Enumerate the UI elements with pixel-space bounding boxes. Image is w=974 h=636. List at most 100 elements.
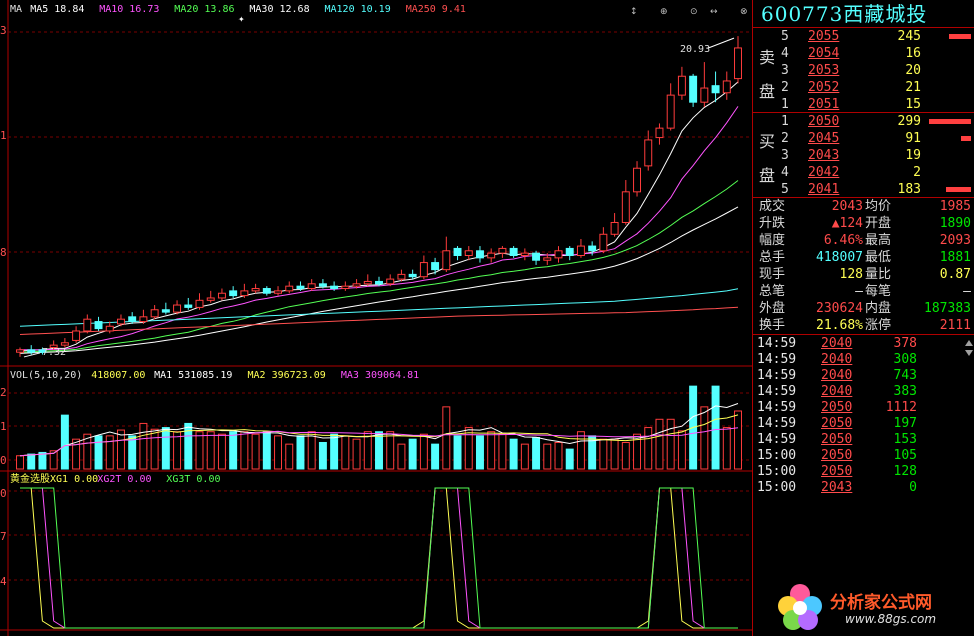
volume: 183 (897, 182, 921, 197)
candle-body (352, 283, 361, 287)
legend-item-3: MA20 13.86 (174, 4, 234, 15)
tick-price: 2040 (821, 352, 853, 367)
level: 2 (781, 80, 789, 95)
legend-item-2: MA10 16.73 (99, 4, 159, 15)
volume-bar (341, 435, 350, 470)
candle-body (184, 304, 193, 308)
volume-bar (487, 431, 496, 470)
volume-bar (330, 433, 339, 470)
candle-body (195, 299, 204, 308)
candle-body (599, 233, 608, 252)
toolbar-icon-0[interactable]: ↕ (630, 7, 638, 17)
candle-body (610, 221, 619, 235)
candle-body (16, 349, 24, 353)
quote-value: 1985 (939, 199, 971, 214)
candle-body (229, 290, 238, 297)
volume-bar (161, 427, 170, 470)
volume-bar (543, 443, 552, 470)
logo-url: www.88gs.com (845, 612, 937, 626)
quote-value: — (855, 284, 863, 299)
quote-value: 0.87 (939, 267, 971, 282)
volume-bar (734, 410, 742, 470)
volume-bar (610, 438, 619, 470)
price: 2043 (808, 148, 840, 163)
tick-row[interactable]: 14:59 2040 378 (753, 335, 974, 352)
quote-label: 总笔 (759, 284, 786, 299)
volume-bar (94, 435, 103, 470)
quote-value: 6.46% (823, 233, 863, 248)
scroll-up-icon[interactable] (965, 340, 973, 346)
quote-value: ▲124 (831, 216, 863, 231)
candle-body (408, 273, 417, 278)
legend-item-4: MA3 309064.81 (341, 370, 419, 381)
toolbar-icon-1[interactable]: ⊕ (660, 7, 668, 17)
tick-row[interactable]: 15:00 2050 128 (753, 463, 974, 480)
tick-row[interactable]: 14:59 2040 383 (753, 383, 974, 400)
tick-row[interactable]: 14:59 2040 308 (753, 351, 974, 368)
candle-body (240, 290, 249, 297)
tick-time: 14:59 (757, 400, 797, 415)
tick-price: 2040 (821, 384, 853, 399)
tick-row[interactable]: 14:59 2050 197 (753, 415, 974, 432)
level: 5 (781, 29, 789, 44)
volume-bar (576, 431, 585, 470)
buy-row: 1 2050 299 (753, 113, 974, 130)
volume: 91 (905, 131, 921, 146)
candle-body (105, 325, 114, 332)
toolbar-icon-4[interactable]: ⊗ (740, 7, 748, 17)
legend-item-4: MA30 12.68 (249, 4, 309, 15)
quote-panel: 600773西藏城投 卖 盘 5 2055 245 4 2054 16 3 2053 20 2 20… (752, 0, 974, 636)
candle-body (554, 250, 563, 259)
quote-label: 均价 (865, 199, 892, 214)
legend-item-1: 418007.00 (91, 370, 145, 381)
sell-row: 2 2052 21 (753, 79, 974, 96)
volume: 21 (905, 80, 921, 95)
level: 2 (781, 131, 789, 146)
tick-row[interactable]: 15:00 2050 105 (753, 447, 974, 464)
candle-body (397, 273, 406, 280)
legend-item-0: MA (10, 4, 22, 15)
legend-item-5: MA120 10.19 (325, 4, 391, 15)
volume-bar (318, 441, 327, 470)
volume-bar (431, 443, 440, 470)
price: 2042 (808, 165, 840, 180)
quote-row: 总手 418007 最低 1881 (753, 249, 974, 266)
tick-price: 2040 (821, 368, 853, 383)
volume: 16 (905, 46, 921, 61)
scroll-down-icon[interactable] (965, 350, 973, 356)
volume-bar (722, 427, 731, 470)
candle-body (677, 75, 686, 96)
legend-item-3: MA2 396723.09 (248, 370, 326, 381)
volume-bar (464, 427, 473, 470)
buy-row: 5 2041 183 (753, 181, 974, 198)
chart-area[interactable]: MA MA5 18.84 MA10 16.73 MA20 13.86 MA30 12.6… (0, 0, 752, 636)
toolbar-icon-2[interactable]: ⊙ (690, 7, 698, 17)
tick-row[interactable]: 14:59 2050 153 (753, 431, 974, 448)
quote-label: 每笔 (865, 284, 892, 299)
tick-scrollbar[interactable] (963, 336, 973, 496)
tick-price: 2043 (821, 480, 853, 495)
axis-label-0: 2 (0, 386, 7, 399)
volume-bar (116, 429, 125, 470)
tick-row[interactable]: 14:59 2040 743 (753, 367, 974, 384)
candle-body (217, 292, 226, 299)
tick-time: 15:00 (757, 448, 797, 463)
tick-time: 14:59 (757, 352, 797, 367)
legend-item-2: MA1 531085.19 (154, 370, 232, 381)
candle-body (161, 309, 170, 313)
tick-volume: 308 (893, 352, 917, 367)
candle-body (655, 127, 664, 139)
candle-body (27, 349, 36, 353)
legend-item-0: 黄金选股XG1 0.00 (10, 472, 98, 485)
quote-label: 量比 (865, 267, 892, 282)
tick-price: 2040 (821, 336, 853, 351)
volume-bar (554, 441, 563, 470)
tick-row[interactable]: 15:00 2043 0 (753, 479, 974, 496)
toolbar-icon-3[interactable]: ↔ (710, 7, 718, 17)
quote-value: 2093 (939, 233, 971, 248)
tick-row[interactable]: 14:59 2050 1112 (753, 399, 974, 416)
volume-bar (240, 431, 249, 470)
quote-label: 幅度 (759, 233, 786, 248)
price: 2041 (808, 182, 840, 197)
volume-bar (666, 418, 675, 470)
